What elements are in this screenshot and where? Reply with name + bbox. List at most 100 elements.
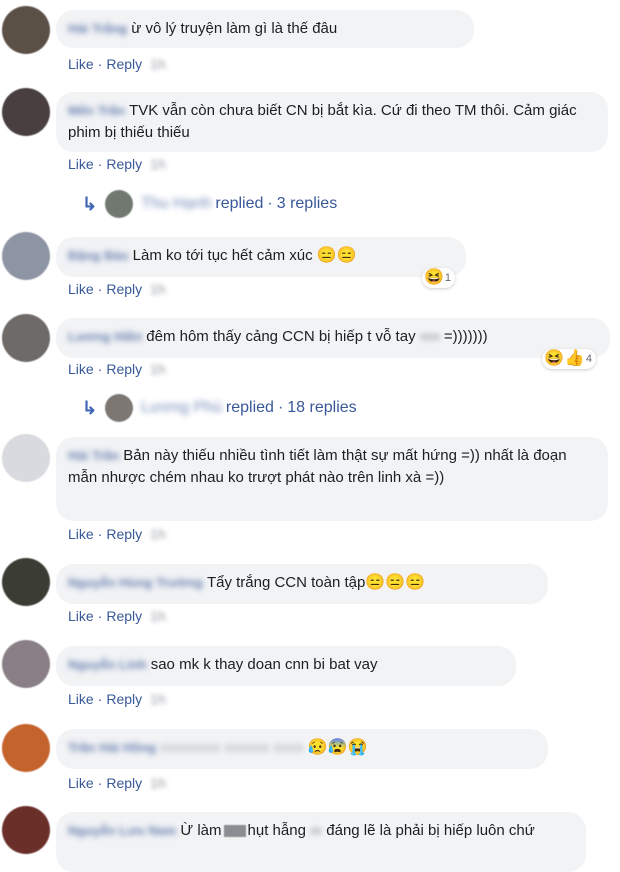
- sad-emoji-icon: 😥: [307, 739, 328, 756]
- comment-actions: Like · Reply 1h: [68, 608, 166, 624]
- comment-bubble: Lương Hiền đêm hôm thấy cảng CCN bị hiếp …: [56, 318, 610, 358]
- separator: ·: [97, 775, 103, 791]
- timestamp[interactable]: 1h: [150, 156, 166, 172]
- avatar[interactable]: [2, 558, 50, 606]
- replier-name: Lương Phú: [141, 399, 222, 416]
- comment-text: Ừ làm: [180, 822, 222, 839]
- like-button[interactable]: Like: [68, 361, 94, 377]
- commenter-name[interactable]: Nguyễn Linh: [68, 654, 147, 676]
- avatar[interactable]: [2, 640, 50, 688]
- separator: ·: [97, 691, 103, 707]
- comment-text: ừ vô lý truyện làm gì là thế đâu: [131, 20, 338, 37]
- avatar[interactable]: [2, 806, 50, 854]
- reply-button[interactable]: Reply: [106, 526, 142, 542]
- separator: ·: [277, 399, 284, 416]
- separator: ·: [97, 56, 103, 72]
- avatar[interactable]: [2, 434, 50, 482]
- reply-button[interactable]: Reply: [106, 775, 142, 791]
- like-button[interactable]: Like: [68, 691, 94, 707]
- redacted-text: xxxxxxxx xxxxxx xxxx: [160, 739, 304, 756]
- commenter-name[interactable]: Trần Hải Hồng: [68, 737, 156, 759]
- comment-bubble: Nguyễn Linh sao mk k thay doan cnn bi bat…: [56, 646, 516, 686]
- timestamp[interactable]: 1h: [150, 608, 166, 624]
- reply-button[interactable]: Reply: [106, 156, 142, 172]
- expressionless-emoji-icon: 😑: [336, 247, 357, 264]
- avatar[interactable]: [2, 314, 50, 362]
- timestamp[interactable]: 1h: [150, 281, 166, 297]
- commenter-name[interactable]: Đặng Bảo: [68, 245, 129, 267]
- reply-button[interactable]: Reply: [106, 281, 142, 297]
- commenter-name[interactable]: Lương Hiền: [68, 326, 142, 348]
- like-button[interactable]: Like: [68, 775, 94, 791]
- redacted-text: [310, 827, 323, 835]
- commenter-name[interactable]: Hải Trần: [68, 445, 119, 467]
- avatar[interactable]: [2, 88, 50, 136]
- reply-count: 18 replies: [287, 399, 357, 416]
- like-reaction-icon: 👍: [564, 350, 585, 367]
- haha-reaction-icon: 😆: [424, 269, 444, 286]
- avatar[interactable]: [2, 6, 50, 54]
- comment-actions: Like · Reply 1h: [68, 361, 166, 377]
- reply-arrow-icon: ↳: [82, 397, 98, 418]
- reply-arrow-icon: ↳: [82, 193, 98, 214]
- comment-text: đêm hôm thấy cảng CCN bị hiếp t vỗ tay: [146, 328, 416, 345]
- replied-label: replied: [225, 399, 274, 416]
- comment-actions: Like · Reply 1h: [68, 775, 166, 791]
- comment-actions: Like · Reply 1h: [68, 526, 166, 542]
- replier-name: Thu Hạnh: [141, 195, 212, 212]
- replied-label: replied: [215, 195, 264, 212]
- comment-text: Tẩy trắng CCN toàn tập: [206, 574, 366, 591]
- comment-bubble: Mến Trần TVK vẫn còn chưa biết CN bị bắt …: [56, 92, 608, 152]
- like-button[interactable]: Like: [68, 608, 94, 624]
- reaction-count: 1: [444, 272, 452, 284]
- separator: ·: [97, 281, 103, 297]
- timestamp[interactable]: 1h: [150, 361, 166, 377]
- expressionless-emoji-icon: 😑: [365, 574, 386, 591]
- comment-actions: Like · Reply 1h: [68, 156, 166, 172]
- avatar[interactable]: [2, 724, 50, 772]
- comment-actions: Like · Reply 1h: [68, 56, 166, 72]
- like-button[interactable]: Like: [68, 156, 94, 172]
- commenter-name[interactable]: Nguyễn Lưu Nam: [68, 820, 176, 842]
- commenter-name[interactable]: Nguyễn Hùng Trường: [68, 572, 203, 594]
- reply-button[interactable]: Reply: [106, 608, 142, 624]
- reply-button[interactable]: Reply: [106, 56, 142, 72]
- reply-button[interactable]: Reply: [106, 361, 142, 377]
- avatar[interactable]: [2, 232, 50, 280]
- anxious-emoji-icon: 😰: [327, 739, 348, 756]
- timestamp[interactable]: 1h: [150, 526, 166, 542]
- comment-bubble: Nguyễn Lưu Nam Ừ làm hụt hẫng đáng lẽ là p…: [56, 812, 586, 872]
- separator: ·: [267, 195, 273, 212]
- comment-bubble: Hải Trần Bản này thiếu nhiều tình tiết là…: [56, 437, 608, 521]
- reaction-summary[interactable]: 😆 👍 4: [542, 349, 596, 369]
- comment-text: Bản này thiếu nhiều tình tiết làm thật s…: [68, 447, 567, 486]
- separator: ·: [97, 156, 103, 172]
- like-button[interactable]: Like: [68, 526, 94, 542]
- redacted-text: [419, 333, 440, 341]
- timestamp[interactable]: 1h: [150, 775, 166, 791]
- expressionless-emoji-icon: 😑: [316, 247, 337, 264]
- like-button[interactable]: Like: [68, 281, 94, 297]
- comment-text: Làm ko tới tục hết cảm xúc: [132, 247, 313, 264]
- comment-bubble: Đặng Bảo Làm ko tới tục hết cảm xúc 😑😑: [56, 237, 466, 277]
- timestamp[interactable]: 1h: [150, 691, 166, 707]
- comment-bubble: Nguyễn Hùng Trường Tẩy trắng CCN toàn tập…: [56, 564, 548, 604]
- view-replies-link[interactable]: ↳ Lương Phú replied · 18 replies: [82, 394, 357, 422]
- separator: ·: [97, 361, 103, 377]
- timestamp[interactable]: 1h: [150, 56, 166, 72]
- commenter-name[interactable]: Mến Trần: [68, 100, 125, 122]
- haha-reaction-icon: 😆: [544, 350, 564, 367]
- redacted-block: [223, 825, 246, 838]
- reaction-summary[interactable]: 😆 1: [422, 268, 456, 288]
- avatar: [105, 190, 134, 218]
- comment-text: sao mk k thay doan cnn bi bat vay: [150, 656, 378, 673]
- expressionless-emoji-icon: 😑: [405, 574, 426, 591]
- comment-actions: Like · Reply 1h: [68, 281, 166, 297]
- commenter-name[interactable]: Hải Trắng: [68, 18, 127, 40]
- view-replies-link[interactable]: ↳ Thu Hạnh replied · 3 replies: [82, 190, 337, 218]
- like-button[interactable]: Like: [68, 56, 94, 72]
- comment-text: TVK vẫn còn chưa biết CN bị bắt kìa. Cứ …: [68, 102, 577, 141]
- avatar: [105, 394, 134, 422]
- separator: ·: [97, 526, 103, 542]
- reply-button[interactable]: Reply: [106, 691, 142, 707]
